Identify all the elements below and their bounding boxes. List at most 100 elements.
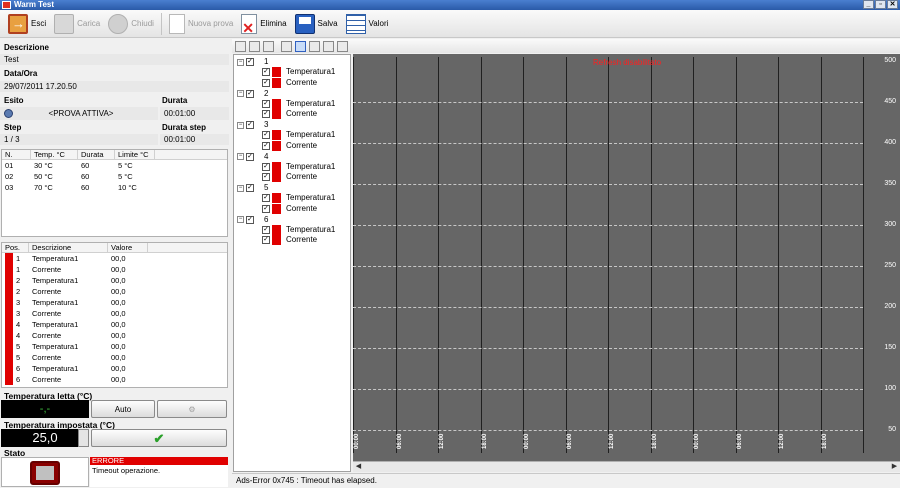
- col-header-n[interactable]: N.: [2, 150, 31, 159]
- series-tree[interactable]: − ✓ 1 ✓ Temperatura1 ✓ Corrente − ✓ 2 ✓ Temperatura…: [233, 54, 351, 472]
- undo-icon[interactable]: [323, 40, 334, 52]
- close-window-button[interactable]: ✕: [887, 0, 898, 9]
- list-item[interactable]: 3 Corrente 00,0: [2, 308, 227, 319]
- table-row[interactable]: 02 50 °C 60 5 °C: [2, 171, 227, 182]
- salva-button[interactable]: Salva: [291, 12, 342, 36]
- list-item[interactable]: 1 Corrente 00,0: [2, 264, 227, 275]
- checkbox[interactable]: ✓: [262, 131, 270, 139]
- checkbox[interactable]: ✓: [262, 194, 270, 202]
- checkbox[interactable]: ✓: [262, 78, 270, 87]
- grid-line-horizontal: [353, 102, 863, 103]
- checkbox[interactable]: ✓: [262, 236, 270, 244]
- zoom-icon[interactable]: [295, 40, 306, 52]
- checkbox[interactable]: ✓: [262, 162, 270, 171]
- tree-series-node[interactable]: ✓ Corrente: [262, 77, 317, 88]
- scroll-right-icon[interactable]: ▶: [889, 462, 900, 472]
- col-header-valore[interactable]: Valore: [108, 243, 148, 252]
- checkbox[interactable]: ✓: [262, 99, 270, 108]
- col-header-descrizione[interactable]: Descrizione: [29, 243, 108, 252]
- collapse-icon[interactable]: −: [237, 90, 244, 97]
- cursor-icon[interactable]: [309, 40, 320, 52]
- checkbox[interactable]: ✓: [262, 141, 270, 150]
- list-item[interactable]: 5 Temperatura1 00,0: [2, 341, 227, 352]
- tree-group-node[interactable]: − ✓ 3: [237, 120, 268, 130]
- tree-group-node[interactable]: − ✓ 5: [237, 183, 268, 193]
- list-item[interactable]: 4 Corrente 00,0: [2, 330, 227, 341]
- temp-set-spinner[interactable]: [78, 429, 89, 447]
- list-item[interactable]: 1 Temperatura1 00,0: [2, 253, 227, 264]
- elimina-button[interactable]: Elimina: [237, 12, 290, 36]
- checkbox[interactable]: ✓: [262, 225, 270, 234]
- tree-series-node[interactable]: ✓ Corrente: [262, 140, 317, 151]
- collapse-icon[interactable]: −: [237, 58, 244, 66]
- checkbox[interactable]: ✓: [262, 68, 270, 76]
- print-preview-icon[interactable]: [249, 40, 260, 52]
- close-icon: [108, 13, 129, 34]
- table-row[interactable]: 01 30 °C 60 5 °C: [2, 160, 227, 171]
- checkbox[interactable]: ✓: [262, 110, 270, 118]
- chiudi-button[interactable]: Chiudi: [104, 12, 158, 36]
- chart-horizontal-scrollbar[interactable]: ◀ ▶: [353, 461, 900, 472]
- list-item[interactable]: 2 Temperatura1 00,0: [2, 275, 227, 286]
- tree-series-node[interactable]: ✓ Corrente: [262, 235, 317, 245]
- tree-series-node[interactable]: ✓ Temperatura1: [262, 67, 335, 77]
- list-item[interactable]: 2 Corrente 00,0: [2, 286, 227, 297]
- checkbox[interactable]: ✓: [246, 58, 254, 66]
- tree-group-node[interactable]: − ✓ 4: [237, 152, 268, 162]
- nuova-prova-button[interactable]: Nuova prova: [165, 12, 237, 36]
- list-item[interactable]: 6 Temperatura1 00,0: [2, 363, 227, 374]
- series-color-swatch: [272, 203, 281, 214]
- gears-button[interactable]: ⚙: [157, 400, 227, 418]
- confirm-button[interactable]: ✔: [91, 429, 227, 447]
- list-item[interactable]: 6 Corrente 00,0: [2, 374, 227, 385]
- image-icon[interactable]: [263, 40, 274, 52]
- minimize-button[interactable]: _: [863, 0, 874, 9]
- chart-area[interactable]: 00:00 06:00 12:00 18:00 00:00 06:00 12:00 18:00…: [353, 54, 900, 472]
- checkbox[interactable]: ✓: [246, 184, 254, 192]
- temp-set-input[interactable]: 25,0: [1, 429, 89, 447]
- durata-step-field: 00:01:00: [160, 134, 229, 145]
- valori-button[interactable]: Valori: [342, 12, 393, 36]
- esci-button[interactable]: Esci: [4, 12, 50, 36]
- values-list[interactable]: Pos. Descrizione Valore 1 Temperatura1 00,…: [1, 242, 228, 388]
- channel-color-swatch: [5, 341, 13, 352]
- checkbox[interactable]: ✓: [262, 204, 270, 213]
- list-item[interactable]: 4 Temperatura1 00,0: [2, 319, 227, 330]
- scroll-left-icon[interactable]: ◀: [353, 462, 364, 472]
- collapse-icon[interactable]: −: [237, 153, 244, 160]
- col-header-durata[interactable]: Durata: [78, 150, 115, 159]
- checkbox[interactable]: ✓: [246, 215, 254, 224]
- auto-button[interactable]: Auto: [91, 400, 155, 418]
- collapse-icon[interactable]: −: [237, 184, 244, 192]
- collapse-icon[interactable]: −: [237, 216, 244, 223]
- list-item[interactable]: 3 Temperatura1 00,0: [2, 297, 227, 308]
- tree-series-node[interactable]: ✓ Corrente: [262, 109, 317, 119]
- table-row[interactable]: 03 70 °C 60 10 °C: [2, 182, 227, 193]
- tree-group-node[interactable]: − ✓ 1: [237, 57, 268, 67]
- properties-icon[interactable]: [281, 40, 292, 52]
- checkbox[interactable]: ✓: [246, 152, 254, 161]
- tree-series-node[interactable]: ✓ Temperatura1: [262, 193, 335, 203]
- tree-series-node[interactable]: ✓ Temperatura1: [262, 161, 335, 172]
- tree-group-node[interactable]: − ✓ 2: [237, 89, 268, 99]
- grid-line-horizontal: [353, 266, 863, 267]
- restore-button[interactable]: ▫: [875, 0, 886, 9]
- print-icon[interactable]: [235, 40, 246, 52]
- settings-icon[interactable]: [337, 40, 348, 52]
- steps-list[interactable]: N. Temp. °C Durata Limite °C 01 30 °C 60 5 …: [1, 149, 228, 237]
- carica-button[interactable]: Carica: [50, 12, 104, 36]
- tree-series-node[interactable]: ✓ Corrente: [262, 203, 317, 214]
- col-header-limite[interactable]: Limite °C: [115, 150, 155, 159]
- col-header-pos[interactable]: Pos.: [2, 243, 29, 252]
- checkbox[interactable]: ✓: [262, 173, 270, 181]
- tree-series-node[interactable]: ✓ Temperatura1: [262, 224, 335, 235]
- tree-group-node[interactable]: − ✓ 6: [237, 215, 268, 225]
- col-header-temp[interactable]: Temp. °C: [31, 150, 78, 159]
- tree-series-node[interactable]: ✓ Temperatura1: [262, 98, 335, 109]
- collapse-icon[interactable]: −: [237, 121, 244, 129]
- checkbox[interactable]: ✓: [246, 89, 254, 98]
- list-item[interactable]: 5 Corrente 00,0: [2, 352, 227, 363]
- checkbox[interactable]: ✓: [246, 121, 254, 129]
- tree-series-node[interactable]: ✓ Corrente: [262, 172, 317, 182]
- tree-series-node[interactable]: ✓ Temperatura1: [262, 130, 335, 140]
